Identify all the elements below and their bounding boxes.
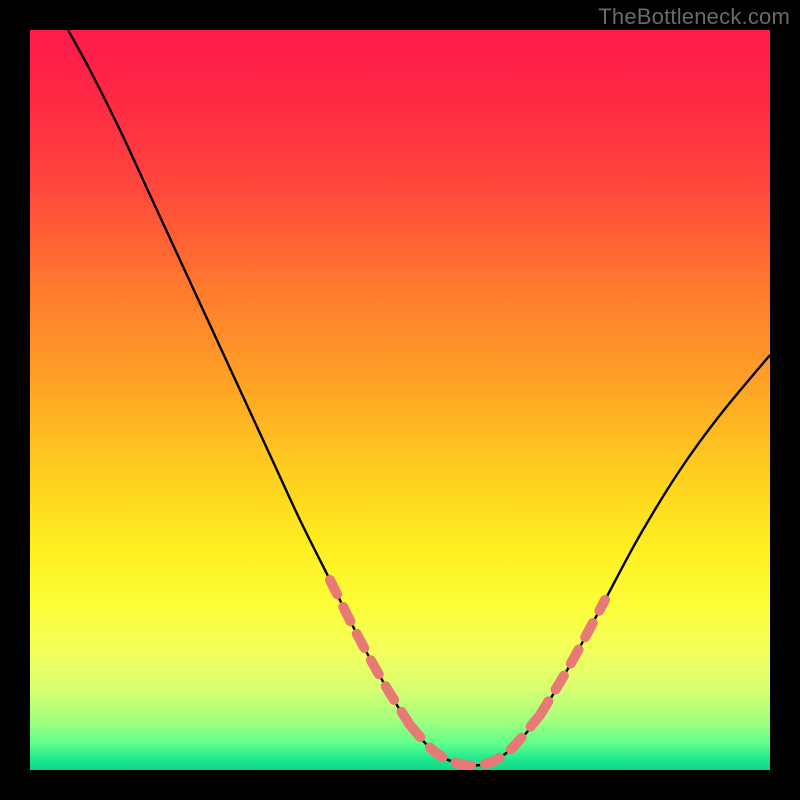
watermark-text: TheBottleneck.com — [598, 4, 790, 30]
bottleneck-curve — [30, 30, 770, 770]
chart-frame — [30, 30, 770, 770]
